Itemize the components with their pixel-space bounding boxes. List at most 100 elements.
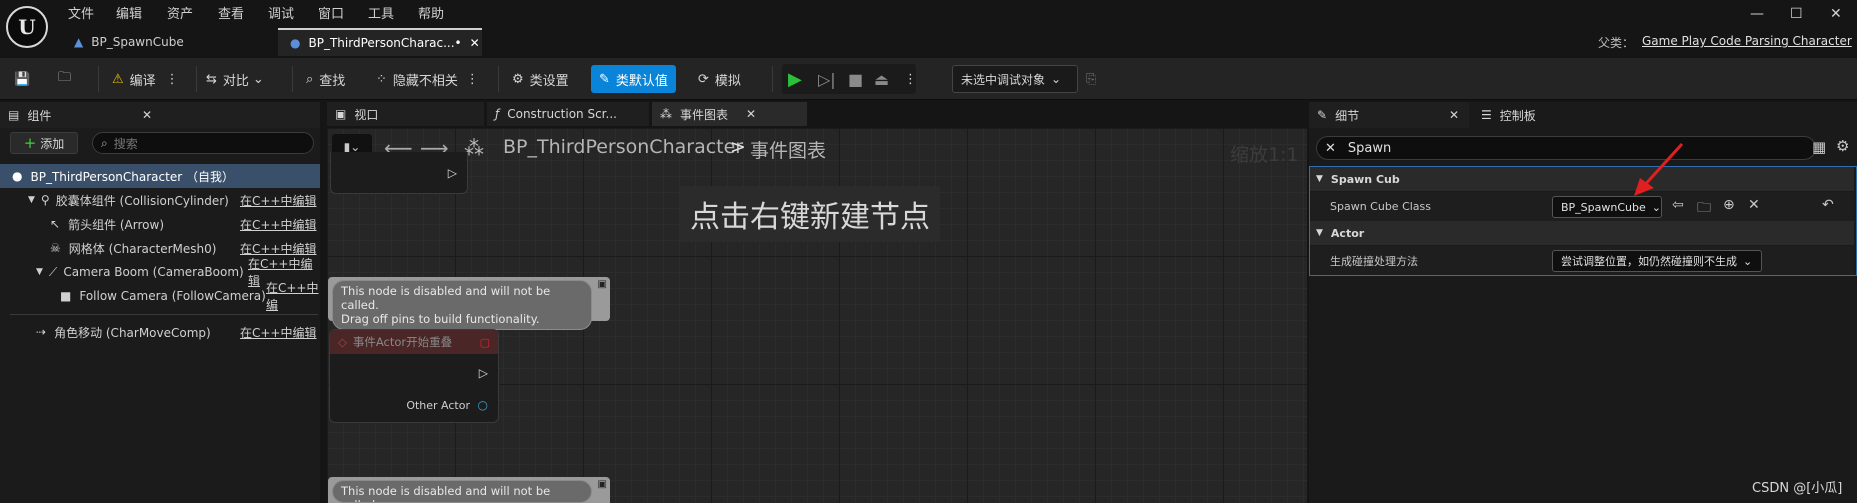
event-diamond-icon: ◇: [338, 335, 347, 349]
tab-bp-thirdpersoncharacter[interactable]: ● BP_ThirdPersonCharac...• ✕: [278, 28, 482, 56]
component-name: Camera Boom (CameraBoom): [63, 265, 244, 279]
disabled-node-note: This node is disabled and will not be ca…: [332, 480, 592, 503]
play-icon[interactable]: ▶: [788, 58, 802, 100]
note-pin-icon: ▣: [597, 279, 607, 290]
browse-button[interactable]: 🗀: [58, 58, 71, 100]
menu-file[interactable]: 文件: [68, 3, 94, 22]
search-value: Spawn: [1347, 140, 1392, 156]
more-options-icon[interactable]: ⋮: [904, 58, 917, 100]
browse-folder-icon[interactable]: 🗀: [1697, 197, 1711, 221]
compile-button[interactable]: ⚠ 编译 ⋮: [112, 58, 179, 100]
component-row-arrow[interactable]: ↖ 箭头组件 (Arrow) 在C++中编辑: [0, 212, 320, 236]
tab-viewport[interactable]: ▣ 视口: [327, 102, 484, 126]
add-circle-icon[interactable]: ⊕: [1723, 197, 1735, 213]
class-settings-label: 类设置: [529, 73, 569, 89]
disabled-node-frame: This node is disabled and will not be ca…: [328, 477, 610, 503]
tab-close-icon[interactable]: ✕: [470, 36, 480, 50]
clear-icon[interactable]: ✕: [1748, 197, 1760, 213]
tab-event-graph[interactable]: ⁂ 事件图表 ✕: [652, 102, 807, 126]
category-name: Spawn Cub: [1330, 172, 1400, 186]
exec-pin-icon[interactable]: ▷: [479, 366, 488, 380]
palette-icon: ☰: [1481, 108, 1492, 122]
function-icon: ƒ: [495, 107, 500, 121]
collapse-arrow-icon[interactable]: ▼: [1316, 174, 1323, 184]
diff-button[interactable]: ⇆ 对比 ⌄: [206, 58, 264, 100]
maximize-icon[interactable]: ☐: [1790, 6, 1803, 22]
menu-assets[interactable]: 资产: [167, 3, 193, 22]
search-icon: ⌕: [306, 71, 314, 87]
movement-icon: ⇢: [36, 325, 47, 339]
tab-label: 视口: [354, 107, 379, 122]
category-spawn-cub[interactable]: ▼ Spawn Cub: [1310, 167, 1854, 191]
class-settings-button[interactable]: ⚙ 类设置: [512, 58, 569, 100]
close-panel-icon[interactable]: ✕: [142, 108, 152, 122]
graph-node-top[interactable]: ▷: [330, 152, 468, 194]
exec-pin-icon[interactable]: ▷: [448, 166, 457, 180]
parent-class-link[interactable]: Game Play Code Parsing Character: [1642, 34, 1852, 48]
tab-bp-spawncube[interactable]: ▲ BP_SpawnCube: [62, 28, 276, 56]
clear-search-icon[interactable]: ✕: [1325, 141, 1336, 156]
more-options-icon[interactable]: ⋮: [166, 72, 179, 87]
edit-in-cpp-link[interactable]: 在C++中编辑: [240, 192, 317, 209]
edit-in-cpp-link[interactable]: 在C++中编: [266, 279, 320, 313]
menu-debug[interactable]: 调试: [268, 3, 294, 22]
menu-view[interactable]: 查看: [218, 3, 244, 22]
find-button[interactable]: ⌕ 查找: [306, 58, 345, 100]
menu-help[interactable]: 帮助: [418, 3, 444, 22]
camera-icon: ■: [60, 289, 72, 303]
toolbar: 💾 🗀 ⚠ 编译 ⋮ ⇆ 对比 ⌄ ⌕ 查找 ⁘ 隐藏不相关 ⋮ ⚙ 类设置 ✎…: [0, 58, 1857, 100]
object-pin-icon[interactable]: ○: [478, 398, 488, 412]
components-panel: ▤ 组件 ✕ + 添加 ⌕ 搜索 ● BP_ThirdPersonCharact…: [0, 102, 320, 503]
component-name: Follow Camera (FollowCamera): [79, 289, 266, 303]
search-icon: ⌕: [101, 135, 108, 150]
hide-unrelated-button[interactable]: ⁘ 隐藏不相关 ⋮: [376, 58, 479, 100]
minimize-icon[interactable]: —: [1750, 6, 1764, 22]
menu-tools[interactable]: 工具: [368, 3, 394, 22]
hide-unrelated-icon: ⁘: [376, 71, 387, 87]
component-search-input[interactable]: ⌕ 搜索: [92, 132, 314, 154]
chevron-down-icon: ⌄: [1051, 72, 1062, 86]
category-name: Actor: [1330, 226, 1365, 240]
table-view-icon[interactable]: ▦: [1812, 138, 1826, 156]
save-button[interactable]: 💾: [14, 58, 30, 100]
details-tab[interactable]: ✎ 细节 ✕: [1309, 102, 1469, 128]
edit-in-cpp-link[interactable]: 在C++中编辑: [240, 324, 317, 341]
unreal-logo-icon[interactable]: U: [6, 6, 48, 48]
component-row-self[interactable]: ● BP_ThirdPersonCharacter （自我）: [0, 164, 320, 188]
expand-arrow-icon[interactable]: ▼: [28, 195, 35, 205]
search-placeholder: 搜索: [113, 136, 138, 151]
reset-default-icon[interactable]: ↶: [1822, 197, 1834, 213]
step-icon[interactable]: ▷|: [818, 58, 836, 100]
chevron-down-icon: ⌄: [1743, 254, 1753, 268]
close-window-icon[interactable]: ✕: [1830, 6, 1842, 22]
tab-close-icon[interactable]: ✕: [746, 107, 756, 121]
component-row-collision[interactable]: ▼ ⚲ 胶囊体组件 (CollisionCylinder) 在C++中编辑: [0, 188, 320, 212]
menu-edit[interactable]: 编辑: [116, 3, 142, 22]
event-actor-begin-overlap-node[interactable]: ◇ 事件Actor开始重叠 ▢ ▷ Other Actor ○: [329, 329, 499, 423]
palette-tab[interactable]: ☰ 控制板: [1473, 102, 1623, 128]
gear-icon[interactable]: ⚙: [1836, 137, 1849, 155]
expand-arrow-icon[interactable]: ▼: [36, 267, 43, 277]
add-component-button[interactable]: + 添加: [10, 132, 78, 154]
eject-icon[interactable]: ⏏: [874, 58, 889, 100]
stop-icon[interactable]: ■: [848, 58, 863, 100]
edit-in-cpp-link[interactable]: 在C++中编辑: [240, 240, 317, 257]
breadcrumb-root[interactable]: BP_ThirdPersonCharacter: [503, 136, 743, 158]
more-options-icon[interactable]: ⋮: [466, 72, 479, 87]
component-row-charmove[interactable]: ⇢ 角色移动 (CharMoveComp) 在C++中编辑: [0, 320, 320, 344]
breadcrumb-separator: >: [730, 136, 746, 158]
debug-filter-icon[interactable]: ⎘: [1086, 58, 1096, 100]
simulate-button[interactable]: ⟳ 模拟: [698, 58, 741, 100]
category-actor[interactable]: ▼ Actor: [1310, 221, 1854, 245]
spawn-collision-select[interactable]: 尝试调整位置，如仍然碰撞则不生成 ⌄: [1552, 250, 1762, 272]
collapse-arrow-icon[interactable]: ▼: [1316, 228, 1323, 238]
component-row-followcamera[interactable]: ■ Follow Camera (FollowCamera) 在C++中编: [0, 281, 320, 312]
details-search-input[interactable]: ✕ Spawn: [1316, 136, 1816, 160]
edit-in-cpp-link[interactable]: 在C++中编辑: [240, 216, 317, 233]
debug-object-select[interactable]: 未选中调试对象 ⌄: [952, 65, 1078, 93]
menu-window[interactable]: 窗口: [318, 3, 344, 22]
class-defaults-icon: ✎: [599, 71, 610, 87]
close-panel-icon[interactable]: ✕: [1449, 108, 1459, 122]
tab-construction-script[interactable]: ƒ Construction Scr...: [487, 102, 649, 126]
class-defaults-button[interactable]: ✎ 类默认值: [591, 65, 676, 93]
